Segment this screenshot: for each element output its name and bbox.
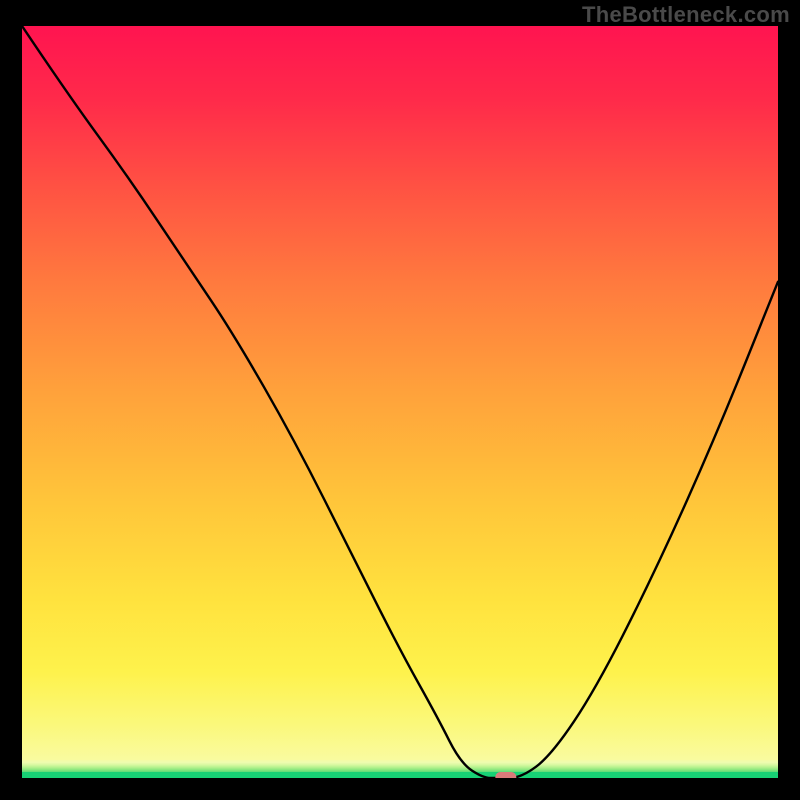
bottleneck-curve [22, 26, 778, 778]
optimum-marker [496, 773, 516, 779]
plot-area [22, 26, 778, 778]
curve-layer [22, 26, 778, 778]
watermark-text: TheBottleneck.com [582, 2, 790, 28]
chart-frame: TheBottleneck.com [0, 0, 800, 800]
